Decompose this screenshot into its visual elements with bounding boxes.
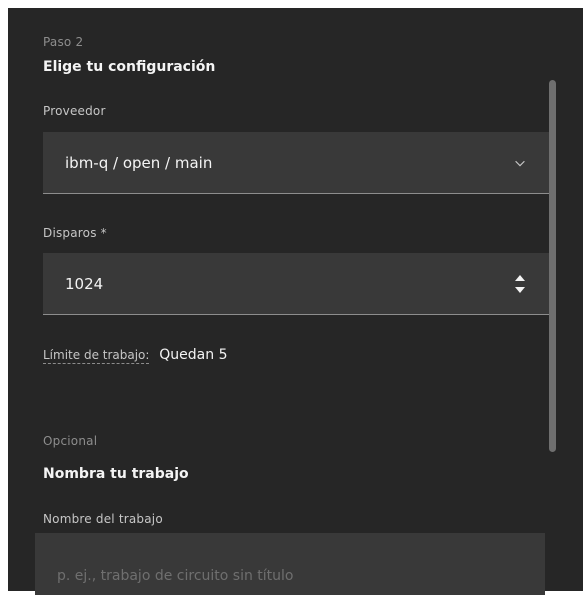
job-name-input[interactable] [35,533,545,595]
chevron-down-icon [515,160,525,167]
provider-label: Proveedor [43,104,106,118]
scrollbar-thumb[interactable] [549,80,556,452]
configuration-panel: Paso 2 Elige tu configuración Proveedor … [8,8,583,591]
provider-dropdown-value: ibm-q / open / main [65,154,213,172]
shots-value: 1024 [65,275,104,293]
shots-number-input[interactable]: 1024 [43,253,553,315]
step-label: Paso 2 [43,35,84,49]
job-limit-value: Quedan 5 [159,347,228,363]
job-limit-row: Límite de trabajo: Quedan 5 [43,347,228,364]
step-title: Elige tu configuración [43,59,216,75]
optional-section-title: Nombra tu trabajo [43,466,189,482]
caret-up-down-icon[interactable] [513,271,527,297]
provider-dropdown[interactable]: ibm-q / open / main [43,132,553,194]
job-limit-tooltip-trigger[interactable]: Límite de trabajo: [43,348,150,364]
shots-label: Disparos * [43,226,107,240]
optional-label: Opcional [43,434,98,448]
job-name-label: Nombre del trabajo [43,512,163,526]
